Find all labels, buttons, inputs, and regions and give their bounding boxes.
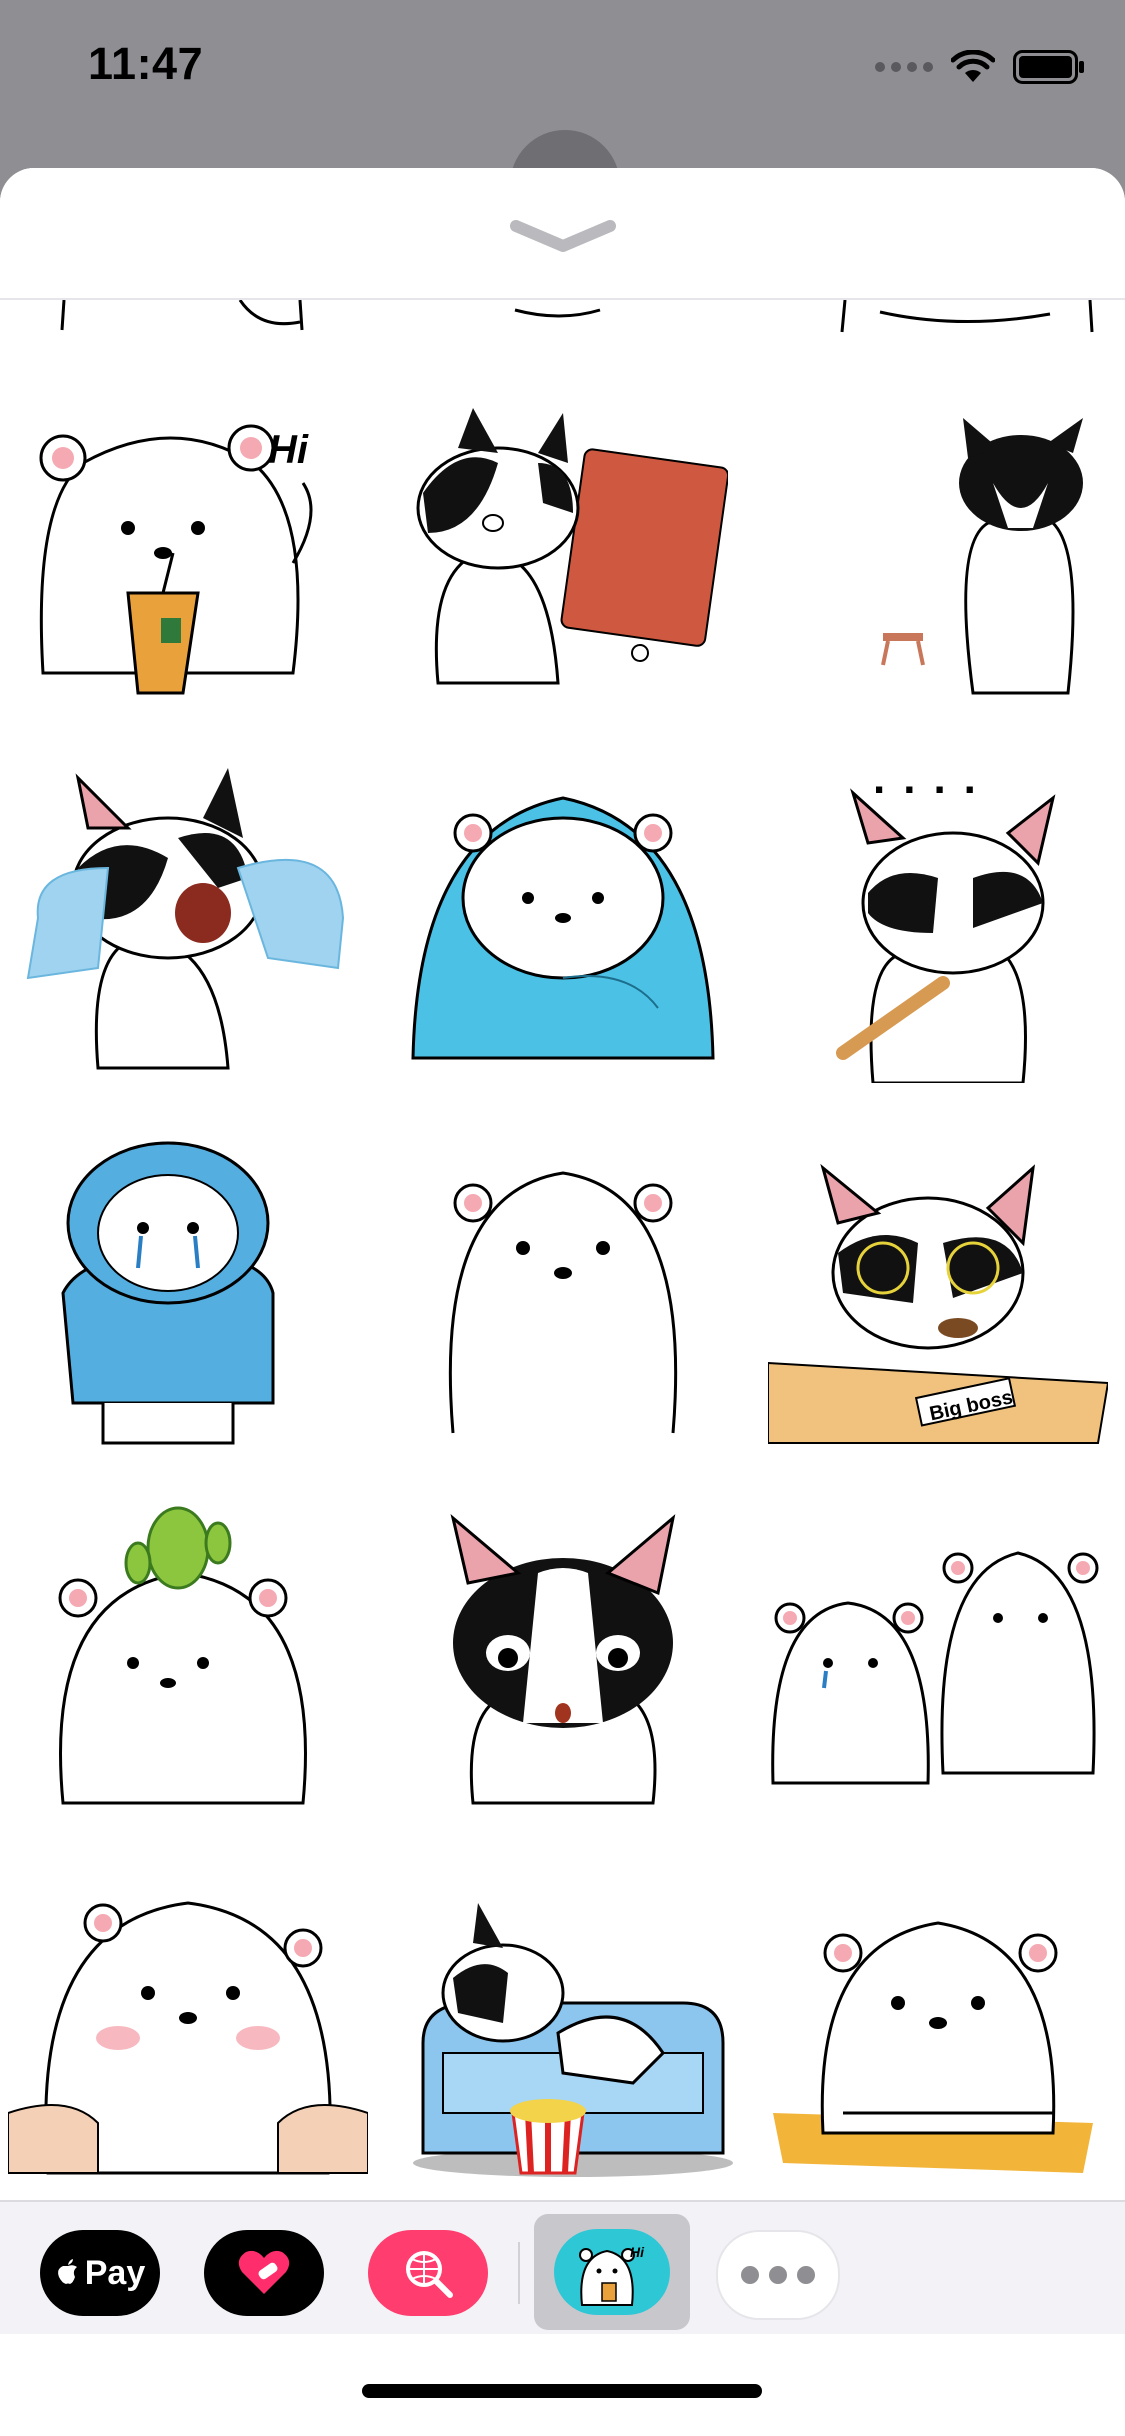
dog-back-sticker[interactable] bbox=[750, 368, 1125, 738]
heart-icon bbox=[238, 2250, 290, 2294]
heart-sticker-app-button[interactable] bbox=[204, 2230, 324, 2316]
two-bears-sticker[interactable] bbox=[750, 1478, 1125, 1848]
apple-logo-icon bbox=[57, 2259, 77, 2284]
collapse-chevron-icon[interactable] bbox=[508, 216, 618, 261]
dog-sofa-popcorn-sticker[interactable] bbox=[375, 1848, 750, 2218]
status-icons bbox=[875, 50, 1085, 84]
bear-hi-drink-sticker[interactable]: Hi bbox=[0, 368, 375, 738]
drawer-divider bbox=[518, 2242, 520, 2304]
bear-sticker-app-button-selected[interactable]: Hi bbox=[534, 2214, 690, 2330]
battery-icon bbox=[1013, 50, 1085, 84]
apple-pay-app-button[interactable]: Pay bbox=[40, 2230, 160, 2316]
cellular-signal-icon bbox=[875, 62, 933, 72]
more-dot bbox=[797, 2266, 815, 2284]
hi-caption: Hi bbox=[268, 428, 309, 472]
dog-big-boss-sticker[interactable]: Big boss bbox=[750, 1108, 1125, 1478]
bear-cheeks-squeezed-sticker[interactable] bbox=[0, 1848, 375, 2218]
previous-stickers-row bbox=[60, 300, 1094, 333]
bear-table-sticker[interactable] bbox=[750, 1848, 1125, 2218]
more-apps-button[interactable] bbox=[716, 2230, 840, 2320]
image-search-app-button[interactable] bbox=[368, 2230, 488, 2316]
bear-sticker-app-icon: Hi bbox=[554, 2229, 670, 2315]
status-time: 11:47 bbox=[88, 38, 204, 89]
imessage-app-drawer: Pay Hi bbox=[0, 2200, 1125, 2336]
home-indicator[interactable] bbox=[362, 2384, 762, 2398]
bear-blue-hoodie-sticker[interactable] bbox=[0, 1108, 375, 1478]
sticker-grid: Hi .... Big boss bbox=[0, 368, 1125, 2218]
home-area bbox=[0, 2334, 1125, 2436]
dog-surprised-sticker[interactable] bbox=[375, 1478, 750, 1848]
app-icon-hi-caption: Hi bbox=[630, 2244, 645, 2260]
wifi-icon bbox=[951, 50, 995, 84]
more-dot bbox=[769, 2266, 787, 2284]
apple-pay-label: Pay bbox=[84, 2253, 146, 2292]
bear-standing-sticker[interactable] bbox=[375, 1108, 750, 1478]
bear-cactus-sticker[interactable] bbox=[0, 1478, 375, 1848]
globe-search-icon bbox=[406, 2251, 453, 2298]
dog-angry-bat-sticker[interactable]: .... bbox=[750, 738, 1125, 1108]
dog-crying-sticker[interactable] bbox=[0, 738, 375, 1108]
bear-blanket-sticker[interactable] bbox=[375, 738, 750, 1108]
sticker-sheet: Hi .... Big boss bbox=[0, 168, 1125, 2436]
sheet-header bbox=[0, 168, 1125, 300]
ellipsis-caption: .... bbox=[873, 763, 994, 803]
more-dot bbox=[741, 2266, 759, 2284]
dog-red-bag-sticker[interactable] bbox=[375, 368, 750, 738]
